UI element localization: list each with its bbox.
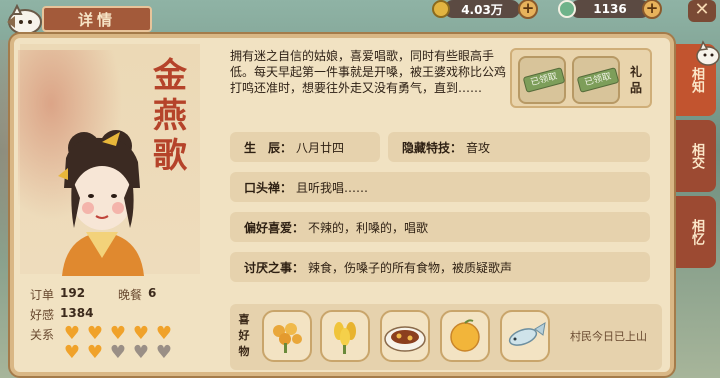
relation-label: 关系	[30, 328, 55, 342]
heart-filled-icon: ♥	[132, 323, 150, 344]
catchphrase-label: 口头禅：	[244, 180, 293, 195]
jade-icon	[558, 0, 576, 18]
villager-status-text: 村民今日已上山	[570, 330, 647, 343]
food-item-osmanthus[interactable]	[262, 310, 312, 362]
citrus-fruit-icon	[450, 319, 480, 352]
skill-value: 音攻	[466, 140, 491, 155]
favorite-food-box: 喜好物 村民今日已上山	[230, 304, 662, 370]
character-description: 拥有迷之自信的姑娘，喜爱唱歌，同时有些眼高手低。每天早起第一件事就是开嗓，被王婆…	[230, 49, 507, 95]
birth-value: 八月廿四	[296, 140, 345, 155]
relation-stat: 关系	[30, 326, 54, 343]
dislikes-label: 讨厌之事：	[244, 260, 305, 275]
back-button[interactable]	[2, 2, 44, 38]
likes-label: 偏好喜爱：	[244, 220, 305, 235]
heart-empty-icon: ♥	[132, 342, 150, 363]
food-item-golden-grain[interactable]	[320, 310, 370, 362]
catchphrase-value: 且听我唱……	[296, 180, 369, 195]
favor-label: 好感	[30, 308, 55, 322]
dislikes-row: 讨厌之事： 辣食，伤嗓子的所有食物，被质疑歌声	[230, 252, 650, 282]
gift-claimed-badge: 已领取	[576, 67, 620, 93]
character-name: 金燕歌	[153, 56, 187, 176]
order-label: 订单	[30, 288, 55, 302]
tab-xiangjiao[interactable]: 相交	[676, 120, 716, 192]
tab-xiangzhi-label: 相知	[689, 67, 704, 93]
coin-icon	[432, 0, 450, 18]
heart-filled-icon: ♥	[63, 342, 81, 363]
dinner-stat: 晚餐 6	[118, 286, 156, 303]
cat-mascot-icon	[696, 40, 720, 66]
heart-empty-icon: ♥	[109, 342, 127, 363]
gift-label: 礼品	[629, 65, 642, 95]
gift-item-1[interactable]: 已领取	[518, 56, 566, 104]
dinner-label: 晚餐	[118, 288, 143, 302]
add-jade-button[interactable]: +	[642, 0, 662, 19]
order-value: 192	[60, 286, 86, 300]
tab-xiangjiao-label: 相交	[689, 143, 704, 169]
favor-stat: 好感 1384	[30, 306, 93, 323]
heart-filled-icon: ♥	[86, 323, 104, 344]
gift-item-2[interactable]: 已领取	[572, 56, 620, 104]
food-item-braised-dish[interactable]	[380, 310, 430, 362]
jade-value: 1136	[593, 2, 627, 16]
birth-row: 生 辰： 八月廿四	[230, 132, 380, 162]
likes-row: 偏好喜爱： 不辣的，利嗓的，唱歌	[230, 212, 650, 242]
favor-value: 1384	[60, 306, 94, 320]
add-coin-button[interactable]: +	[518, 0, 538, 19]
heart-filled-icon: ♥	[109, 323, 127, 344]
tab-xiangyi-label: 相忆	[689, 219, 704, 245]
birth-label: 生 辰：	[244, 140, 293, 155]
back-cat-icon	[7, 4, 42, 35]
likes-value: 不辣的，利嗓的，唱歌	[308, 220, 429, 235]
heart-filled-icon: ♥	[86, 342, 104, 363]
heart-empty-icon: ♥	[155, 342, 173, 363]
jade-counter: 1136	[570, 0, 650, 18]
skill-row: 隐藏特技： 音攻	[388, 132, 650, 162]
dislikes-value: 辣食，伤嗓子的所有食物，被质疑歌声	[308, 260, 513, 275]
order-stat: 订单 192	[30, 286, 85, 303]
character-portrait	[58, 130, 144, 276]
silver-fish-icon	[508, 322, 546, 346]
tab-xiangyi[interactable]: 相忆	[676, 196, 716, 268]
heart-filled-icon: ♥	[155, 323, 173, 344]
page-title: 详情	[42, 6, 152, 32]
relation-hearts: ♥ ♥ ♥ ♥ ♥ ♥ ♥ ♥ ♥ ♥	[62, 323, 186, 363]
golden-grain-icon	[334, 322, 356, 354]
close-button[interactable]: ✕	[688, 0, 716, 22]
osmanthus-flower-icon	[273, 323, 302, 353]
coin-counter: 4.03万	[444, 0, 520, 18]
food-item-citrus[interactable]	[440, 310, 490, 362]
skill-label: 隐藏特技：	[402, 140, 463, 155]
gift-claimed-badge: 已领取	[522, 67, 566, 93]
catchphrase-row: 口头禅： 且听我唱……	[230, 172, 650, 202]
dinner-value: 6	[148, 286, 157, 300]
gift-box: 已领取 已领取 礼品	[510, 48, 652, 108]
food-item-silver-fish[interactable]	[500, 310, 550, 362]
coin-value: 4.03万	[461, 2, 503, 17]
braised-dish-icon	[384, 326, 426, 352]
favorite-food-label: 喜好物	[238, 313, 250, 358]
heart-filled-icon: ♥	[63, 323, 81, 344]
